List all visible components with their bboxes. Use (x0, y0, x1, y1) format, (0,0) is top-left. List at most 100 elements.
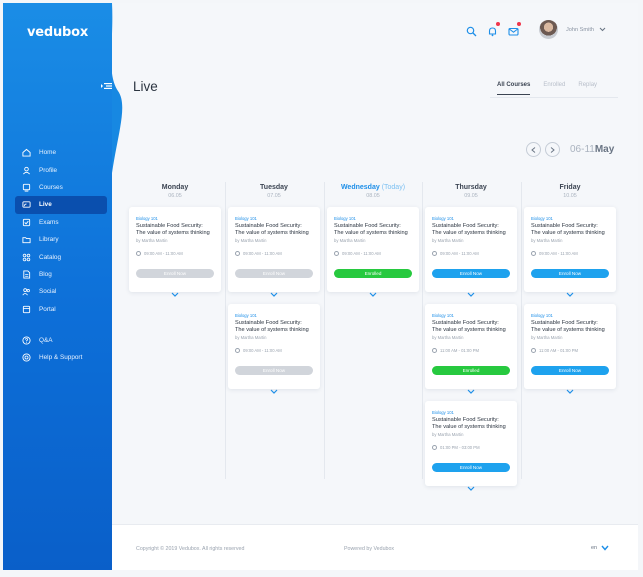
clock-icon (531, 347, 536, 353)
sidebar-item-courses[interactable]: Courses (15, 179, 107, 196)
expand-chevron-icon[interactable] (270, 389, 278, 394)
course-card[interactable]: Biology 101 Sustainable Food Security: The… (524, 207, 616, 297)
sidebar-item-live[interactable]: Live (15, 196, 107, 214)
tab-replay[interactable]: Replay (578, 82, 597, 88)
course-title[interactable]: Sustainable Food Security: The value of s… (235, 223, 313, 237)
next-week-button[interactable] (545, 142, 560, 157)
course-card[interactable]: Biology 101 Sustainable Food Security: The… (129, 207, 221, 297)
menu-toggle-icon[interactable] (101, 81, 113, 91)
tab-enrolled[interactable]: Enrolled (543, 82, 565, 88)
language-selector[interactable]: en (591, 545, 609, 551)
course-title[interactable]: Sustainable Food Security: The value of s… (235, 320, 313, 334)
course-title[interactable]: Sustainable Food Security: The value of s… (531, 320, 609, 334)
course-category: Biology 101 (432, 216, 454, 221)
sidebar-item-q-a[interactable]: Q&A (15, 332, 107, 349)
expand-chevron-icon[interactable] (369, 292, 377, 297)
course-title[interactable]: Sustainable Food Security: The value of s… (334, 223, 412, 237)
course-title[interactable]: Sustainable Food Security: The value of s… (136, 223, 214, 237)
sidebar-item-social[interactable]: Social (15, 283, 107, 300)
user-menu[interactable]: John Smith (539, 20, 606, 39)
question-icon (21, 336, 31, 346)
portal-icon (21, 304, 31, 314)
day-column: Tuesday 07.05 (225, 184, 323, 199)
enroll-now-button[interactable]: Enroll Now (531, 366, 609, 375)
clock-icon (235, 250, 240, 256)
sidebar: vedubox Home Profile Courses Live Exams Libra… (3, 3, 112, 570)
expand-chevron-icon[interactable] (171, 292, 179, 297)
day-date: 07.05 (267, 193, 281, 199)
course-card[interactable]: Biology 101 Sustainable Food Security: The… (228, 304, 320, 394)
course-time: 09:00 AM - 11:00 AM (235, 250, 313, 256)
catalog-icon (21, 252, 31, 262)
search-icon[interactable] (466, 24, 477, 37)
sidebar-item-label: Live (39, 201, 52, 209)
course-card[interactable]: Biology 101 Sustainable Food Security: The… (425, 401, 517, 491)
sidebar-item-help-support[interactable]: Help & Support (15, 349, 107, 366)
course-instructor: by Martha Martin (235, 237, 267, 243)
enrolled-button[interactable]: Enrolled (432, 366, 510, 375)
expand-chevron-icon[interactable] (566, 292, 574, 297)
course-card[interactable]: Biology 101 Sustainable Food Security: The… (524, 304, 616, 394)
sidebar-item-label: Social (39, 288, 57, 296)
tab-all-courses[interactable]: All Courses (497, 82, 531, 95)
enroll-now-button[interactable]: Enroll Now (432, 269, 510, 278)
enroll-now-button[interactable]: Enroll Now (531, 269, 609, 278)
sidebar-item-blog[interactable]: Blog (15, 266, 107, 283)
prev-week-button[interactable] (526, 142, 541, 157)
sidebar-item-profile[interactable]: Profile (15, 161, 107, 178)
day-header: Tuesday 07.05 (225, 184, 323, 199)
enroll-now-button[interactable]: Enroll Now (235, 269, 313, 278)
enroll-now-button[interactable]: Enroll Now (136, 269, 214, 278)
course-title[interactable]: Sustainable Food Security: The value of s… (531, 223, 609, 237)
course-time: 09:00 AM - 11:00 AM (334, 250, 412, 256)
day-column: Monday 06.05 (126, 184, 224, 199)
expand-chevron-icon[interactable] (270, 292, 278, 297)
week-navigator: 06-11May (526, 142, 614, 157)
expand-chevron-icon[interactable] (467, 292, 475, 297)
expand-chevron-icon[interactable] (566, 389, 574, 394)
blog-icon (21, 269, 31, 279)
sidebar-nav: Home Profile Courses Live Exams Library Catalo… (15, 144, 107, 367)
course-time: 09:00 AM - 11:00 AM (136, 250, 214, 256)
clock-icon (432, 250, 437, 256)
course-card[interactable]: Biology 101 Sustainable Food Security: The… (228, 207, 320, 297)
library-icon (21, 235, 31, 245)
course-title[interactable]: Sustainable Food Security: The value of s… (432, 417, 510, 431)
course-card[interactable]: Biology 101 Sustainable Food Security: The… (425, 304, 517, 394)
sidebar-item-label: Portal (39, 305, 56, 313)
course-card[interactable]: Biology 101 Sustainable Food Security: The… (425, 207, 517, 297)
notification-bell-icon[interactable] (487, 22, 500, 37)
week-range: 06-11May (570, 144, 615, 155)
brand-logo[interactable]: vedubox (3, 25, 112, 40)
enroll-now-button[interactable]: Enroll Now (432, 463, 510, 472)
day-name: Thursday (455, 184, 487, 191)
language-dropdown-icon (601, 545, 609, 551)
day-date: 06.05 (168, 193, 182, 199)
expand-chevron-icon[interactable] (467, 389, 475, 394)
day-header: Wednesday (Today) 08.05 (324, 184, 422, 199)
powered-by-link[interactable]: Powered by Vedubox (344, 546, 394, 552)
avatar[interactable] (539, 20, 558, 39)
course-category: Biology 101 (432, 313, 454, 318)
sidebar-item-label: Home (39, 149, 57, 157)
sidebar-item-catalog[interactable]: Catalog (15, 248, 107, 265)
enrolled-button[interactable]: Enrolled (334, 269, 412, 278)
sidebar-item-portal[interactable]: Portal (15, 301, 107, 318)
enroll-now-button[interactable]: Enroll Now (235, 366, 313, 375)
expand-chevron-icon[interactable] (467, 486, 475, 491)
sidebar-item-library[interactable]: Library (15, 231, 107, 248)
clock-icon (136, 250, 141, 256)
chevron-down-icon[interactable] (599, 27, 606, 32)
sidebar-item-home[interactable]: Home (15, 144, 107, 161)
day-name: Tuesday (260, 184, 288, 191)
messages-icon[interactable] (508, 22, 521, 36)
day-name: Friday (559, 184, 581, 191)
user-name[interactable]: John Smith (566, 27, 594, 33)
clock-icon (432, 347, 437, 353)
sidebar-item-exams[interactable]: Exams (15, 214, 107, 231)
course-card[interactable]: Biology 101 Sustainable Food Security: The… (327, 207, 419, 297)
course-title[interactable]: Sustainable Food Security: The value of s… (432, 223, 510, 237)
course-title[interactable]: Sustainable Food Security: The value of s… (432, 320, 510, 334)
sidebar-item-label: Help & Support (39, 354, 83, 362)
